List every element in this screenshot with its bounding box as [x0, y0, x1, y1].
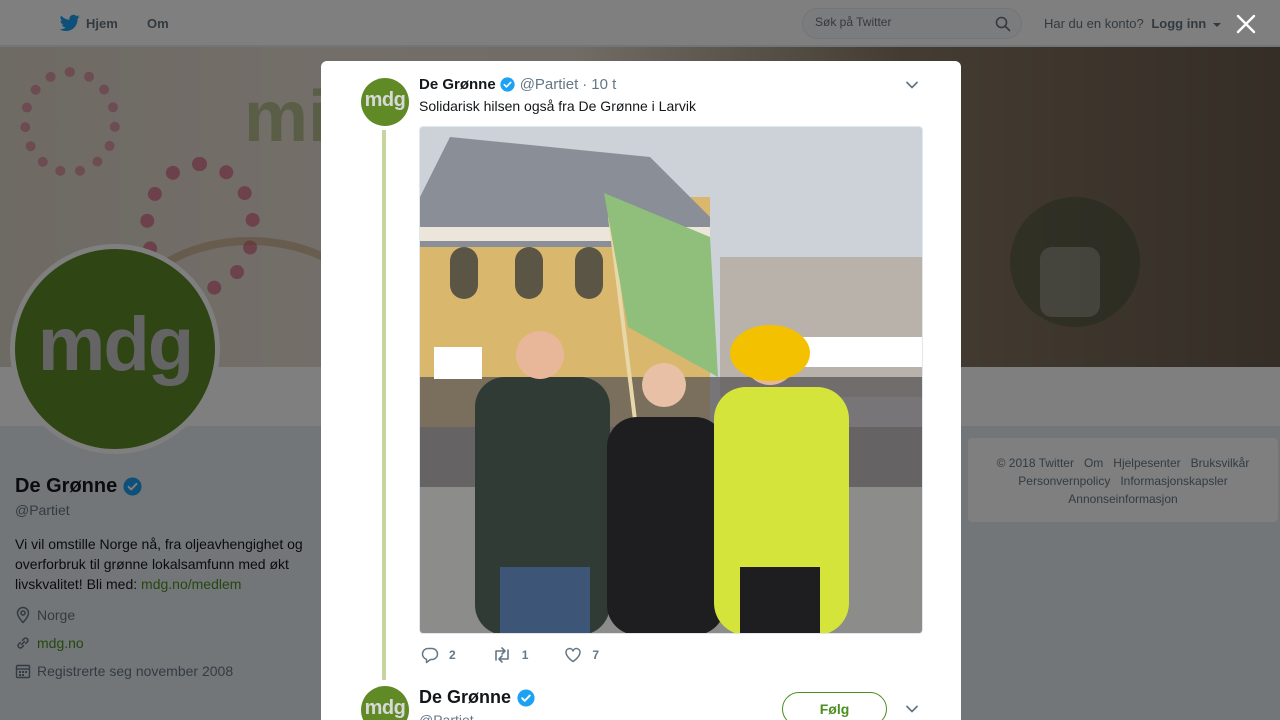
photo-person-legs [740, 567, 820, 633]
like-button[interactable]: 7 [564, 646, 599, 664]
reply-button[interactable]: 2 [421, 646, 456, 664]
reply-count: 2 [449, 648, 456, 662]
chevron-down-icon[interactable] [905, 702, 919, 716]
photo-person-head [516, 331, 564, 379]
tweet-modal: mdg De Grønne @Partiet · 10 t Solidarisk… [321, 61, 961, 720]
tweet-actions: 2 1 7 [421, 646, 635, 664]
tweet-photo[interactable] [419, 126, 923, 634]
tweet2-author: De Grønne [419, 687, 535, 708]
thread-connector-line [382, 130, 386, 680]
chevron-down-icon[interactable] [905, 78, 919, 92]
verified-badge-icon [517, 688, 535, 707]
photo-placard [434, 347, 482, 379]
like-count: 7 [592, 648, 600, 662]
verified-badge-icon [500, 77, 515, 92]
follow-button[interactable]: Følg [782, 692, 887, 720]
photo-window [450, 247, 478, 299]
tweet2-header: De Grønne @Partiet [419, 687, 535, 720]
photo-window [575, 247, 603, 299]
tweet-author-avatar[interactable]: mdg [361, 78, 409, 126]
tweet-separator: · [582, 76, 588, 93]
photo-person-hat [730, 325, 810, 381]
heart-icon [565, 647, 582, 663]
tweet-text: Solidarisk hilsen også fra De Grønne i L… [419, 98, 697, 114]
tweet-header: De Grønne @Partiet · 10 t [419, 76, 616, 93]
tweet2-author-handle[interactable]: @Partiet [419, 712, 535, 720]
photo-person-legs [500, 567, 590, 633]
photo-person [607, 417, 725, 633]
tweet-photo-illustration [420, 127, 922, 633]
retweet-button[interactable]: 1 [492, 646, 529, 664]
tweet2-author-avatar[interactable]: mdg [361, 686, 409, 720]
retweet-count: 1 [521, 648, 529, 662]
reply-icon [421, 647, 439, 664]
tweet-author-handle[interactable]: @Partiet [520, 76, 579, 93]
retweet-icon [494, 647, 509, 663]
tweet-timestamp[interactable]: 10 t [591, 76, 616, 93]
close-icon[interactable] [1236, 14, 1256, 34]
tweet-author-name[interactable]: De Grønne [419, 76, 496, 93]
photo-person-head [642, 363, 686, 407]
photo-window [515, 247, 543, 299]
tweet2-author-name[interactable]: De Grønne [419, 687, 511, 708]
